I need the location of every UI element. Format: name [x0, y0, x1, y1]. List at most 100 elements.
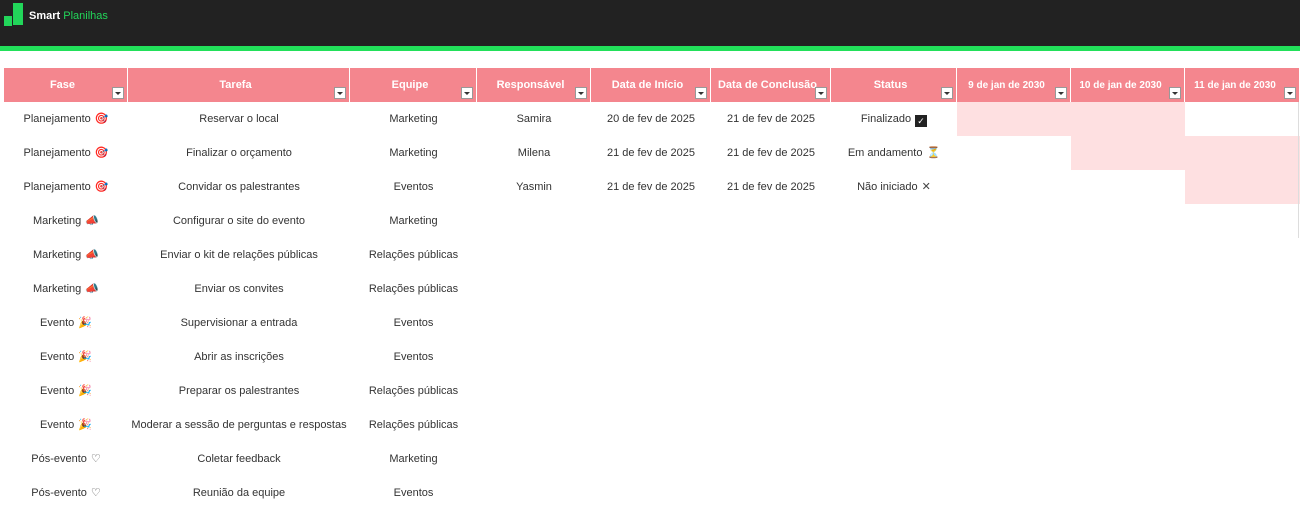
- cell-fase[interactable]: Evento 🎉: [4, 374, 128, 408]
- table-row[interactable]: Planejamento 🎯 Reservar o local Marketing Sa…: [4, 102, 1300, 136]
- cell-fase[interactable]: Marketing 📣: [4, 272, 128, 306]
- gantt-cell[interactable]: [1185, 102, 1300, 136]
- filter-dropdown-icon[interactable]: [941, 87, 953, 99]
- gantt-cell[interactable]: [957, 442, 1071, 476]
- gantt-cell[interactable]: [1185, 272, 1300, 306]
- gantt-cell[interactable]: [957, 340, 1071, 374]
- table-row[interactable]: Planejamento 🎯 Finalizar o orçamento Market…: [4, 136, 1300, 170]
- table-row[interactable]: Planejamento 🎯 Convidar os palestrantes Eve…: [4, 170, 1300, 204]
- cell-equipe[interactable]: Relações públicas: [350, 374, 477, 408]
- cell-tarefa[interactable]: Configurar o site do evento: [128, 204, 350, 238]
- cell-equipe[interactable]: Marketing: [350, 204, 477, 238]
- cell-equipe[interactable]: Marketing: [350, 136, 477, 170]
- cell-status[interactable]: Finalizado ✓: [831, 102, 957, 136]
- table-row[interactable]: Evento 🎉 Supervisionar a entrada Eventos: [4, 306, 1300, 340]
- cell-data-inicio[interactable]: 21 de fev de 2025: [591, 136, 711, 170]
- table-row[interactable]: Evento 🎉 Preparar os palestrantes Relações …: [4, 374, 1300, 408]
- cell-fase[interactable]: Evento 🎉: [4, 306, 128, 340]
- cell-status[interactable]: [831, 442, 957, 476]
- cell-equipe[interactable]: Eventos: [350, 340, 477, 374]
- gantt-cell[interactable]: [1185, 476, 1300, 510]
- cell-data-conclusao[interactable]: [711, 340, 831, 374]
- filter-dropdown-icon[interactable]: [112, 87, 124, 99]
- gantt-cell[interactable]: [957, 408, 1071, 442]
- cell-tarefa[interactable]: Supervisionar a entrada: [128, 306, 350, 340]
- cell-status[interactable]: [831, 476, 957, 510]
- cell-equipe[interactable]: Relações públicas: [350, 238, 477, 272]
- cell-responsavel[interactable]: [477, 476, 591, 510]
- cell-data-conclusao[interactable]: 21 de fev de 2025: [711, 102, 831, 136]
- cell-fase[interactable]: Marketing 📣: [4, 238, 128, 272]
- cell-fase[interactable]: Planejamento 🎯: [4, 136, 128, 170]
- cell-fase[interactable]: Planejamento 🎯: [4, 170, 128, 204]
- gantt-cell[interactable]: [957, 476, 1071, 510]
- filter-dropdown-icon[interactable]: [334, 87, 346, 99]
- cell-equipe[interactable]: Eventos: [350, 476, 477, 510]
- cell-responsavel[interactable]: [477, 374, 591, 408]
- cell-tarefa[interactable]: Enviar os convites: [128, 272, 350, 306]
- filter-dropdown-icon[interactable]: [1055, 87, 1067, 99]
- gantt-cell[interactable]: [1185, 374, 1300, 408]
- table-row[interactable]: Evento 🎉 Abrir as inscrições Eventos: [4, 340, 1300, 374]
- cell-responsavel[interactable]: [477, 272, 591, 306]
- filter-dropdown-icon[interactable]: [695, 87, 707, 99]
- cell-status[interactable]: Não iniciado ✕: [831, 170, 957, 204]
- table-row[interactable]: Pós-evento ♡ Reunião da equipe Eventos: [4, 476, 1300, 510]
- gantt-cell[interactable]: [1185, 238, 1300, 272]
- cell-data-inicio[interactable]: [591, 204, 711, 238]
- cell-tarefa[interactable]: Preparar os palestrantes: [128, 374, 350, 408]
- cell-status[interactable]: [831, 204, 957, 238]
- cell-data-inicio[interactable]: 21 de fev de 2025: [591, 170, 711, 204]
- gantt-cell[interactable]: [1071, 408, 1185, 442]
- table-row[interactable]: Marketing 📣 Enviar o kit de relações públi…: [4, 238, 1300, 272]
- cell-responsavel[interactable]: [477, 204, 591, 238]
- cell-data-conclusao[interactable]: [711, 306, 831, 340]
- cell-equipe[interactable]: Relações públicas: [350, 272, 477, 306]
- gantt-cell[interactable]: [1071, 102, 1185, 136]
- cell-responsavel[interactable]: [477, 442, 591, 476]
- gantt-cell[interactable]: [1071, 136, 1185, 170]
- cell-responsavel[interactable]: [477, 340, 591, 374]
- cell-fase[interactable]: Pós-evento ♡: [4, 476, 128, 510]
- table-row[interactable]: Pós-evento ♡ Coletar feedback Marketing: [4, 442, 1300, 476]
- gantt-cell[interactable]: [957, 204, 1071, 238]
- cell-data-conclusao[interactable]: [711, 476, 831, 510]
- cell-equipe[interactable]: Marketing: [350, 442, 477, 476]
- cell-fase[interactable]: Evento 🎉: [4, 408, 128, 442]
- cell-responsavel[interactable]: [477, 238, 591, 272]
- table-row[interactable]: Marketing 📣 Enviar os convites Relações púb…: [4, 272, 1300, 306]
- cell-responsavel[interactable]: Samira: [477, 102, 591, 136]
- gantt-cell[interactable]: [957, 136, 1071, 170]
- gantt-cell[interactable]: [957, 238, 1071, 272]
- cell-data-conclusao[interactable]: [711, 204, 831, 238]
- cell-fase[interactable]: Marketing 📣: [4, 204, 128, 238]
- gantt-cell[interactable]: [1185, 204, 1300, 238]
- cell-data-conclusao[interactable]: [711, 272, 831, 306]
- cell-status[interactable]: [831, 408, 957, 442]
- gantt-cell[interactable]: [1185, 136, 1300, 170]
- cell-data-conclusao[interactable]: [711, 408, 831, 442]
- filter-dropdown-icon[interactable]: [575, 87, 587, 99]
- cell-data-conclusao[interactable]: [711, 238, 831, 272]
- cell-data-inicio[interactable]: [591, 272, 711, 306]
- gantt-cell[interactable]: [1071, 272, 1185, 306]
- cell-equipe[interactable]: Eventos: [350, 170, 477, 204]
- cell-status[interactable]: [831, 374, 957, 408]
- gantt-cell[interactable]: [1071, 374, 1185, 408]
- filter-dropdown-icon[interactable]: [815, 87, 827, 99]
- cell-data-conclusao[interactable]: 21 de fev de 2025: [711, 170, 831, 204]
- gantt-cell[interactable]: [1071, 306, 1185, 340]
- gantt-cell[interactable]: [1071, 442, 1185, 476]
- cell-equipe[interactable]: Marketing: [350, 102, 477, 136]
- gantt-cell[interactable]: [1071, 238, 1185, 272]
- cell-data-inicio[interactable]: [591, 476, 711, 510]
- gantt-cell[interactable]: [1185, 170, 1300, 204]
- cell-status[interactable]: [831, 238, 957, 272]
- cell-data-conclusao[interactable]: [711, 442, 831, 476]
- table-row[interactable]: Marketing 📣 Configurar o site do evento Mar…: [4, 204, 1300, 238]
- cell-equipe[interactable]: Eventos: [350, 306, 477, 340]
- cell-tarefa[interactable]: Abrir as inscrições: [128, 340, 350, 374]
- cell-data-inicio[interactable]: [591, 340, 711, 374]
- gantt-cell[interactable]: [957, 170, 1071, 204]
- gantt-cell[interactable]: [957, 374, 1071, 408]
